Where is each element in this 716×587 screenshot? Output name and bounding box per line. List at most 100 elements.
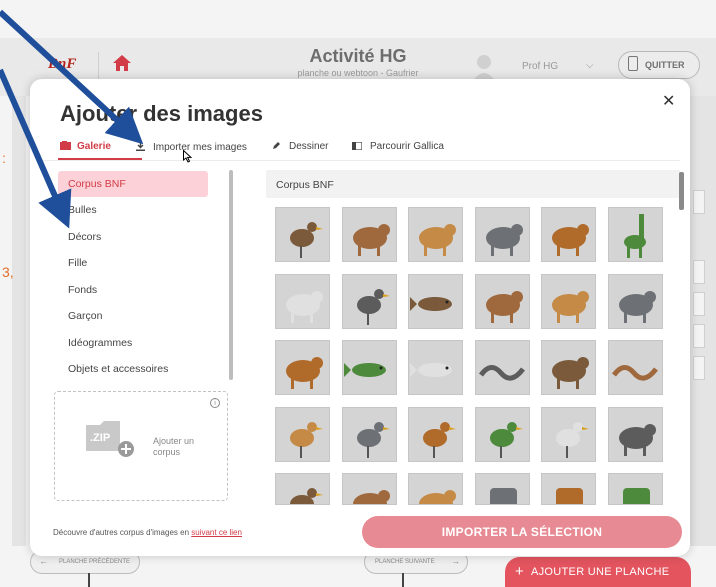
background-text: 3,	[2, 264, 14, 280]
right-panel-field[interactable]	[693, 324, 705, 348]
sidebar-item-ideogrammes[interactable]: Idéogrammes	[58, 330, 208, 356]
thumbnail-camel[interactable]	[474, 207, 530, 262]
thumbnail-camel[interactable]	[408, 207, 463, 262]
deer-image	[352, 224, 390, 256]
cow-image	[286, 357, 323, 389]
thumbnail-swan[interactable]	[275, 406, 330, 462]
sidebar-item-objets[interactable]: Objets et accessoires	[58, 356, 208, 382]
add-page-button[interactable]: + AJOUTER UNE PLANCHE	[505, 557, 691, 587]
arrow-right-icon: →	[451, 556, 460, 566]
giraffe-image	[623, 214, 646, 258]
monkey-image	[352, 490, 390, 504]
profile-name[interactable]: Prof HG	[522, 61, 558, 72]
bird-image	[290, 488, 323, 504]
thumbnail-pelican[interactable]	[341, 273, 397, 329]
sidebar-item-fille[interactable]: Fille	[58, 250, 208, 276]
hammer-image	[556, 488, 583, 504]
thumbnail-monkey[interactable]	[341, 473, 397, 505]
previous-page-label: PLANCHE PRÉCÉDENTE	[59, 559, 131, 565]
tab-gallica[interactable]: Parcourir Gallica	[351, 141, 444, 152]
sidebar-scrollbar[interactable]	[229, 170, 233, 380]
thumbnail-cow[interactable]	[275, 340, 330, 395]
right-panel-field[interactable]	[693, 190, 705, 214]
gallery-title: Corpus BNF	[276, 179, 334, 191]
thumbnail-fish[interactable]	[408, 340, 463, 395]
monkey-image	[552, 290, 589, 323]
tiger-image	[618, 290, 656, 323]
avatar[interactable]	[470, 52, 498, 82]
sidebar-item-garcon[interactable]: Garçon	[58, 303, 208, 329]
thumbnail-bird[interactable]	[275, 473, 330, 505]
footnote: Découvre d'autres corpus d'images en sui…	[53, 528, 242, 537]
thumbnail-tiger[interactable]	[607, 273, 663, 329]
tab-draw[interactable]: Dessiner	[272, 141, 328, 152]
swan-image	[290, 421, 323, 458]
plus-icon: +	[515, 563, 524, 580]
thumbnail-elephant[interactable]	[541, 207, 596, 262]
divider	[88, 573, 90, 587]
thumbnail-owl[interactable]	[474, 406, 530, 462]
thumbnail-hammer[interactable]	[541, 473, 596, 505]
thumbnail-armadillo[interactable]	[408, 473, 463, 505]
chevron-down-icon[interactable]: ⌵	[586, 60, 594, 71]
sidebar-item-decors[interactable]: Décors	[58, 224, 208, 250]
pencil-icon	[273, 142, 280, 149]
lion-image	[286, 290, 323, 323]
corpus-link[interactable]: suivant ce lien	[191, 528, 242, 537]
right-panel-field[interactable]	[693, 356, 705, 380]
camel-image	[485, 224, 523, 256]
mouse-cursor-icon	[183, 149, 193, 168]
thumbnail-mouse[interactable]	[607, 406, 663, 462]
thumbnail-whale[interactable]	[341, 340, 397, 395]
thumbnail-fish[interactable]	[408, 273, 463, 329]
camel-image	[419, 224, 456, 256]
snake-image	[478, 365, 525, 381]
thumbnail-frog[interactable]	[541, 340, 596, 395]
gallery-scrollbar[interactable]	[679, 172, 684, 210]
tab-gallery[interactable]: Galerie	[60, 141, 111, 152]
right-panel-field[interactable]	[693, 260, 705, 284]
tab-label: Importer mes images	[153, 142, 247, 153]
import-selection-button[interactable]: IMPORTER LA SÉLECTION	[362, 516, 682, 548]
download-icon	[136, 141, 145, 151]
thumbnail-watering-can[interactable]	[607, 473, 663, 505]
left-panel	[12, 96, 26, 546]
add-page-label: AJOUTER UNE PLANCHE	[531, 566, 670, 578]
thumbnail-monkey[interactable]	[541, 273, 596, 329]
sidebar-item-fonds[interactable]: Fonds	[58, 277, 208, 303]
rhinoceros-image	[485, 290, 523, 323]
watering-can-image	[622, 488, 650, 504]
thumbnail-deer[interactable]	[341, 207, 397, 262]
thumbnail-rooster[interactable]	[408, 406, 463, 462]
activity-title: Activité HG	[309, 46, 407, 66]
thumbnail-snake[interactable]	[474, 340, 530, 395]
thumbnail-lion[interactable]	[275, 273, 330, 329]
sidebar-item-bulles[interactable]: Bulles	[58, 197, 208, 223]
thumbnail-ostrich[interactable]	[341, 406, 397, 462]
thumbnail-vulture[interactable]	[541, 406, 596, 462]
mouse-image	[618, 423, 656, 456]
whale-image	[343, 363, 386, 377]
tab-label: Parcourir Gallica	[370, 141, 444, 152]
rooster-image	[423, 421, 456, 458]
thumbnail-lizard[interactable]	[607, 340, 663, 395]
close-icon[interactable]: ✕	[662, 91, 675, 111]
add-corpus-label: Ajouter un corpus	[153, 436, 195, 457]
thumbnail-giraffe[interactable]	[607, 207, 663, 262]
sidebar-item-corpus-bnf[interactable]: Corpus BNF	[58, 171, 208, 197]
right-panel-field[interactable]	[693, 292, 705, 316]
tab-label: Dessiner	[289, 141, 329, 152]
quit-label: QUITTER	[645, 60, 685, 70]
fish-image	[410, 363, 452, 377]
eagle-image	[290, 222, 323, 258]
exit-icon	[628, 56, 638, 71]
ostrich-image	[356, 421, 390, 458]
thumbnail-rhinoceros[interactable]	[474, 273, 530, 329]
arrow-left-icon: ←	[39, 556, 48, 566]
active-tab-indicator	[58, 158, 142, 160]
info-icon[interactable]: i	[210, 398, 220, 408]
book-icon	[351, 141, 363, 151]
thumbnail-drum[interactable]	[474, 473, 530, 505]
thumbnail-eagle[interactable]	[275, 207, 330, 262]
frog-image	[552, 357, 589, 389]
